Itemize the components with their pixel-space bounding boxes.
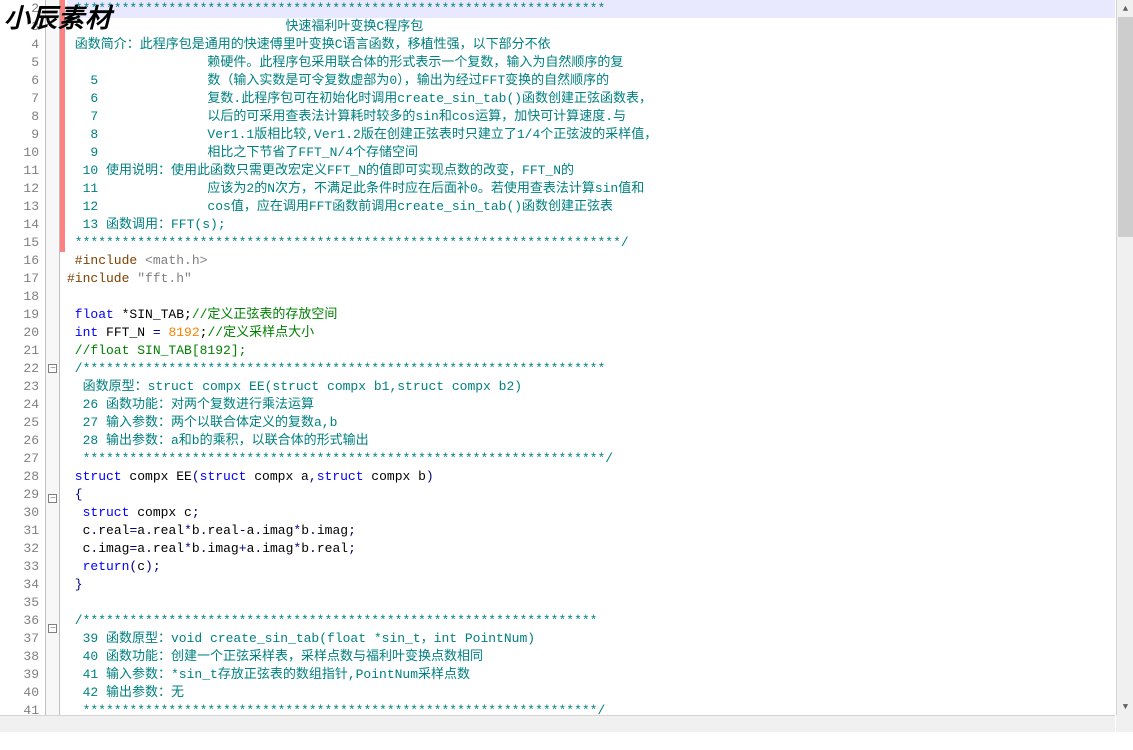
line-number: 6 <box>0 72 39 90</box>
code-line[interactable]: 函数原型：struct compx EE(struct compx b1,str… <box>67 378 1115 396</box>
scrollbar-corner <box>1116 715 1133 732</box>
line-number: 17 <box>0 270 39 288</box>
line-number: 37 <box>0 630 39 648</box>
line-number: 23 <box>0 378 39 396</box>
vertical-scroll-thumb[interactable] <box>1118 17 1133 237</box>
line-number: 33 <box>0 558 39 576</box>
line-number: 19 <box>0 306 39 324</box>
code-line[interactable]: 11 应该为2的N次方，不满足此条件时应在后面补0。若使用查表法计算sin值和 <box>67 180 1115 198</box>
fold-toggle-icon[interactable] <box>48 494 57 503</box>
code-content[interactable]: ****************************************… <box>65 0 1115 732</box>
code-line[interactable]: 12 cos值，应在调用FFT函数前调用create_sin_tab()函数创建… <box>67 198 1115 216</box>
line-number: 20 <box>0 324 39 342</box>
code-line[interactable]: c.real=a.real*b.real-a.imag*b.imag; <box>67 522 1115 540</box>
code-line[interactable]: #include "fft.h" <box>67 270 1115 288</box>
code-line[interactable]: ****************************************… <box>67 450 1115 468</box>
line-number: 25 <box>0 414 39 432</box>
line-number: 35 <box>0 594 39 612</box>
line-number: 31 <box>0 522 39 540</box>
code-line[interactable]: struct compx c; <box>67 504 1115 522</box>
code-line[interactable]: #include <math.h> <box>67 252 1115 270</box>
code-line[interactable]: /***************************************… <box>67 612 1115 630</box>
code-line[interactable]: 8 Ver1.1版相比较,Ver1.2版在创建正弦表时只建立了1/4个正弦波的采… <box>67 126 1115 144</box>
code-line[interactable] <box>67 594 1115 612</box>
code-line[interactable]: int FFT_N = 8192;//定义采样点大小 <box>67 324 1115 342</box>
code-line[interactable]: 28 输出参数：a和b的乘积，以联合体的形式输出 <box>67 432 1115 450</box>
code-line[interactable]: 赖硬件。此程序包采用联合体的形式表示一个复数，输入为自然顺序的复 <box>67 54 1115 72</box>
code-line[interactable]: 7 以后的可采用查表法计算耗时较多的sin和cos运算，加快可计算速度.与 <box>67 108 1115 126</box>
line-number: 18 <box>0 288 39 306</box>
horizontal-scrollbar[interactable] <box>0 715 1115 732</box>
line-number: 11 <box>0 162 39 180</box>
code-line[interactable]: struct compx EE(struct compx a,struct co… <box>67 468 1115 486</box>
code-line[interactable]: c.imag=a.real*b.imag+a.imag*b.real; <box>67 540 1115 558</box>
code-line[interactable]: 27 输入参数：两个以联合体定义的复数a,b <box>67 414 1115 432</box>
line-number: 28 <box>0 468 39 486</box>
code-line[interactable]: 39 函数原型：void create_sin_tab(float *sin_t… <box>67 630 1115 648</box>
code-line[interactable]: 13 函数调用：FFT(s); <box>67 216 1115 234</box>
code-line[interactable]: return(c); <box>67 558 1115 576</box>
line-number: 34 <box>0 576 39 594</box>
code-line[interactable]: float *SIN_TAB;//定义正弦表的存放空间 <box>67 306 1115 324</box>
fold-column[interactable] <box>46 0 60 732</box>
line-number: 8 <box>0 108 39 126</box>
line-number: 10 <box>0 144 39 162</box>
line-number: 30 <box>0 504 39 522</box>
scroll-down-button[interactable]: ▼ <box>1117 698 1133 715</box>
line-number: 32 <box>0 540 39 558</box>
line-number: 13 <box>0 198 39 216</box>
code-line[interactable]: 40 函数功能：创建一个正弦采样表，采样点数与福利叶变换点数相同 <box>67 648 1115 666</box>
fold-toggle-icon[interactable] <box>48 364 57 373</box>
scroll-up-button[interactable]: ▲ <box>1117 0 1133 17</box>
line-number: 29 <box>0 486 39 504</box>
line-number-gutter: 2345678910111213141516171819202122232425… <box>0 0 46 732</box>
line-number: 5 <box>0 54 39 72</box>
line-number: 15 <box>0 234 39 252</box>
line-number: 26 <box>0 432 39 450</box>
code-line[interactable]: 6 复数.此程序包可在初始化时调用create_sin_tab()函数创建正弦函… <box>67 90 1115 108</box>
vertical-scrollbar[interactable]: ▲ ▼ <box>1116 0 1133 715</box>
code-line[interactable]: 5 数（输入实数是可令复数虚部为0），输出为经过FFT变换的自然顺序的 <box>67 72 1115 90</box>
line-number: 16 <box>0 252 39 270</box>
code-line[interactable]: 41 输入参数：*sin_t存放正弦表的数组指针,PointNum采样点数 <box>67 666 1115 684</box>
code-line[interactable]: { <box>67 486 1115 504</box>
code-line[interactable]: 42 输出参数：无 <box>67 684 1115 702</box>
line-number: 24 <box>0 396 39 414</box>
code-line[interactable]: ****************************************… <box>67 0 1115 18</box>
code-line[interactable] <box>67 288 1115 306</box>
code-line[interactable]: ****************************************… <box>67 234 1115 252</box>
code-line[interactable]: 快速福利叶变换C程序包 <box>67 18 1115 36</box>
line-number: 38 <box>0 648 39 666</box>
line-number: 21 <box>0 342 39 360</box>
code-line[interactable]: 函数简介：此程序包是通用的快速傅里叶变换C语言函数，移植性强，以下部分不依 <box>67 36 1115 54</box>
line-number: 27 <box>0 450 39 468</box>
code-editor[interactable]: 2345678910111213141516171819202122232425… <box>0 0 1115 732</box>
line-number: 4 <box>0 36 39 54</box>
line-number: 22 <box>0 360 39 378</box>
line-number: 40 <box>0 684 39 702</box>
code-line[interactable]: //float SIN_TAB[8192]; <box>67 342 1115 360</box>
code-line[interactable]: 10 使用说明：使用此函数只需更改宏定义FFT_N的值即可实现点数的改变，FFT… <box>67 162 1115 180</box>
line-number: 36 <box>0 612 39 630</box>
line-number: 7 <box>0 90 39 108</box>
line-number: 39 <box>0 666 39 684</box>
code-line[interactable]: /***************************************… <box>67 360 1115 378</box>
line-number: 9 <box>0 126 39 144</box>
code-line[interactable]: 26 函数功能：对两个复数进行乘法运算 <box>67 396 1115 414</box>
fold-toggle-icon[interactable] <box>48 624 57 633</box>
code-line[interactable]: } <box>67 576 1115 594</box>
watermark-text: 小辰素材 <box>4 0 112 35</box>
line-number: 12 <box>0 180 39 198</box>
code-line[interactable]: 9 相比之下节省了FFT_N/4个存储空间 <box>67 144 1115 162</box>
line-number: 14 <box>0 216 39 234</box>
